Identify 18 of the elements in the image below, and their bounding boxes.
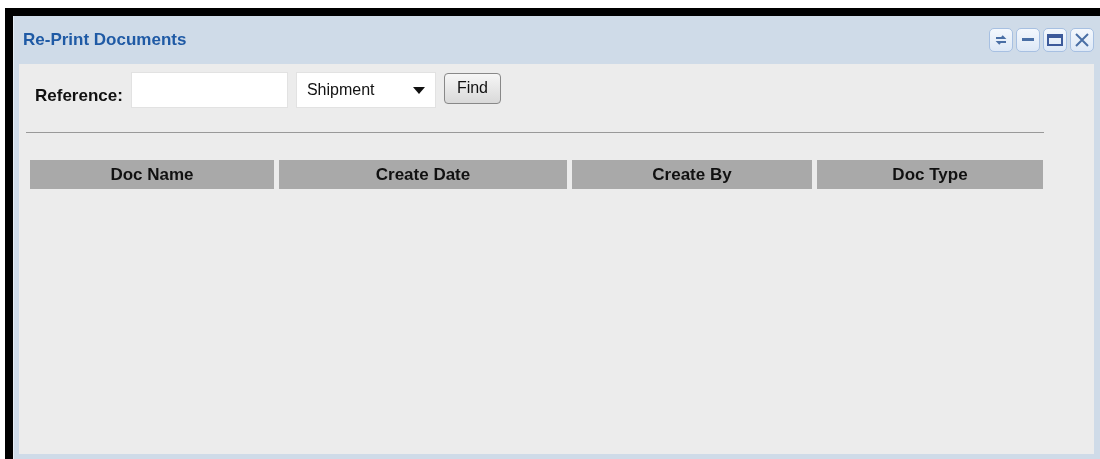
close-icon: [1075, 33, 1089, 47]
minimize-button[interactable]: [1016, 28, 1040, 52]
window-title: Re-Print Documents: [22, 30, 187, 50]
column-header: Create Date: [279, 160, 567, 189]
reference-label: Reference:: [35, 86, 123, 106]
column-header: Create By: [572, 160, 812, 189]
column-header: Doc Name: [30, 160, 274, 189]
column-header: Doc Type: [817, 160, 1043, 189]
caret-icon: [412, 86, 425, 94]
refresh-icon: [994, 33, 1008, 47]
reference-field[interactable]: [130, 72, 288, 108]
maximize-icon: [1047, 34, 1063, 46]
find-button[interactable]: Find: [443, 72, 501, 104]
refresh-button[interactable]: [989, 28, 1013, 52]
minimize-icon: [1022, 38, 1034, 42]
type-dropdown[interactable]: Shipment: [295, 72, 436, 108]
maximize-button[interactable]: [1043, 28, 1067, 52]
close-button[interactable]: [1070, 28, 1094, 52]
